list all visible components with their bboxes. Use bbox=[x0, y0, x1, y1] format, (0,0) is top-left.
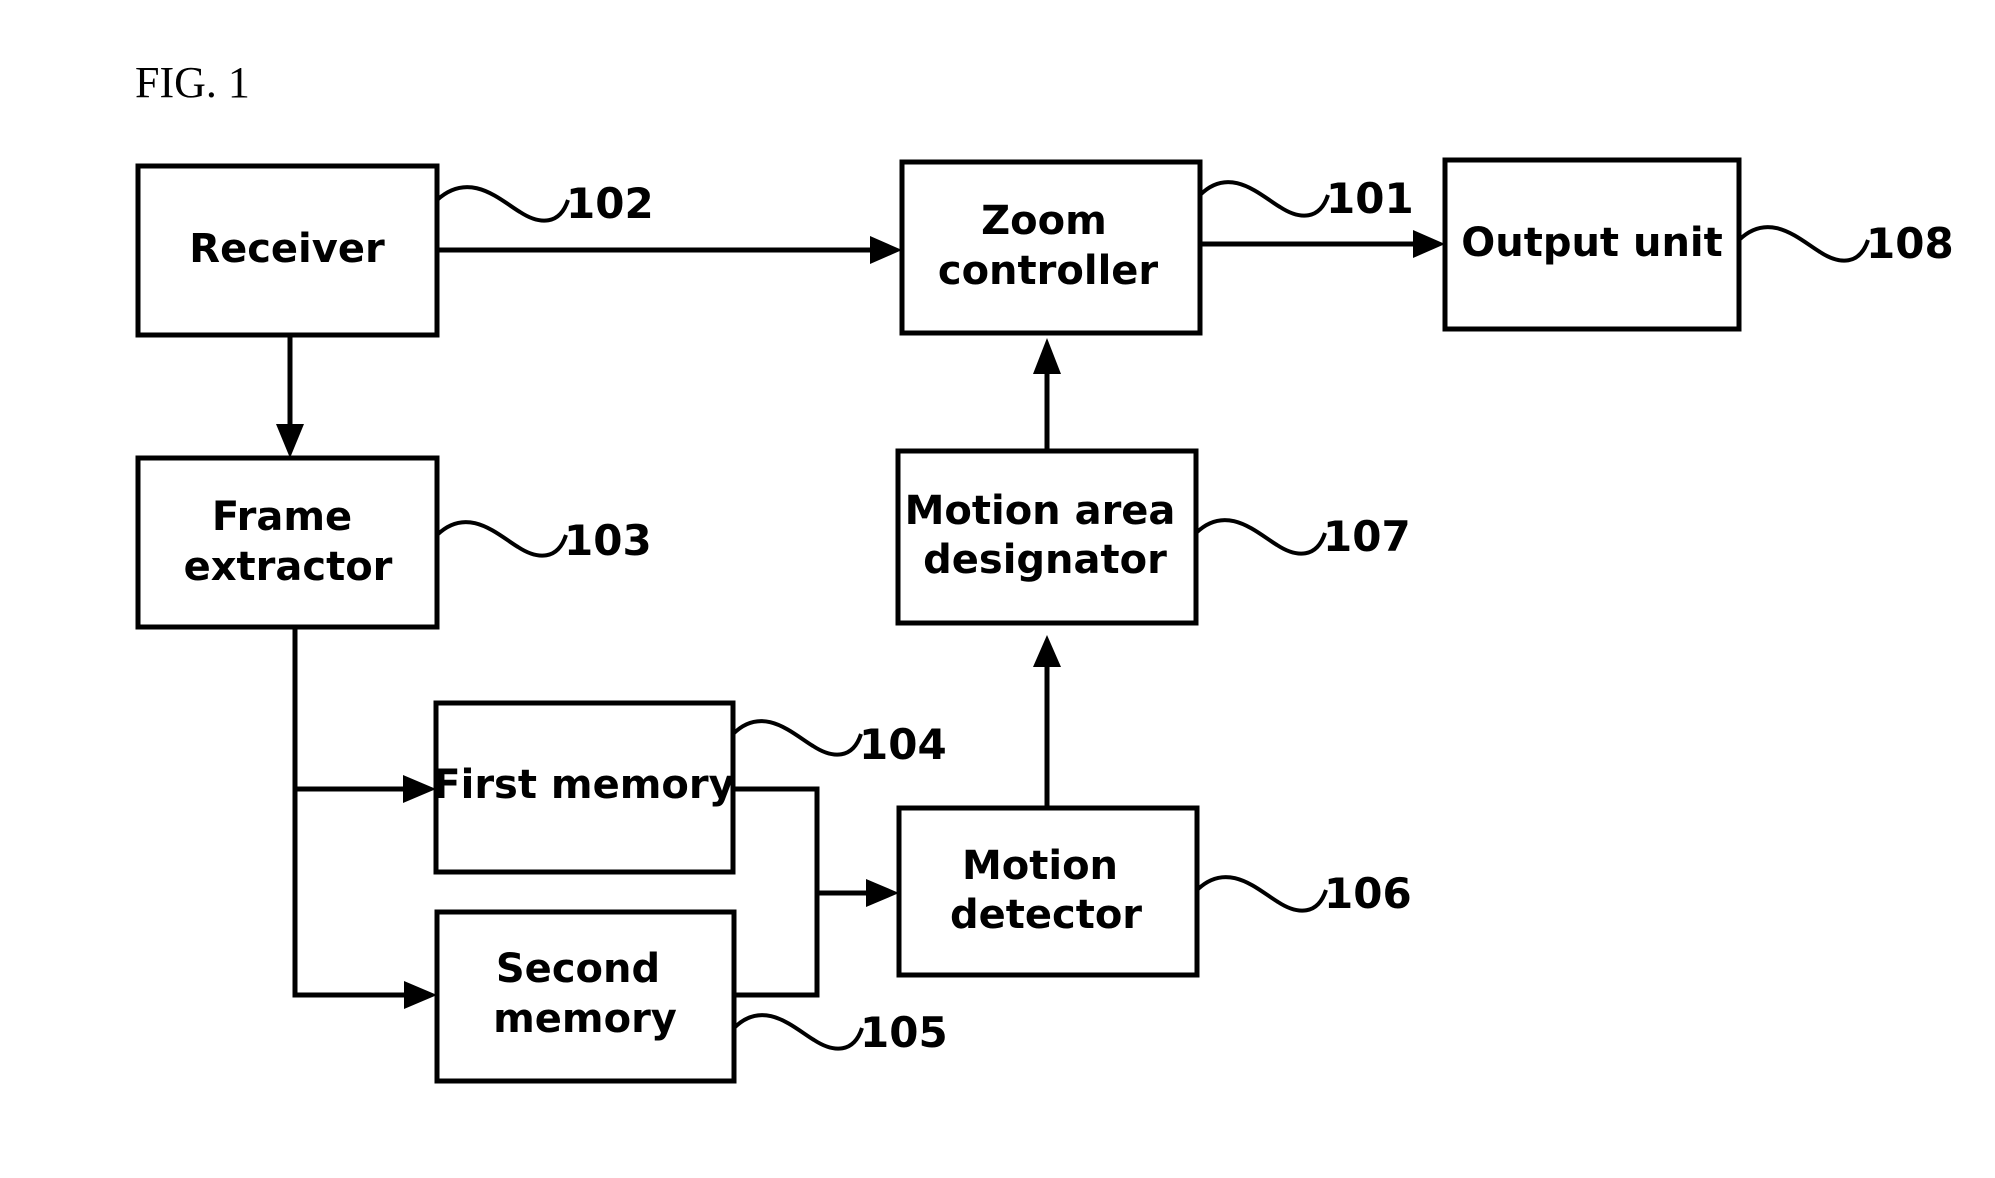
block-label: Motion area bbox=[905, 488, 1176, 534]
block-zoom-controller: Zoom controller 101 bbox=[899, 159, 1414, 336]
block-label: detector bbox=[950, 892, 1142, 938]
block-second-memory: Second memory 105 bbox=[434, 909, 948, 1084]
reference-numeral: 106 bbox=[1324, 869, 1412, 918]
reference-numeral: 103 bbox=[564, 516, 652, 565]
reference-numeral: 102 bbox=[566, 179, 654, 228]
connector-frame-extractor-to-second-memory bbox=[292, 627, 404, 998]
block-label: Motion bbox=[962, 843, 1118, 889]
reference-numeral: 108 bbox=[1866, 219, 1954, 268]
leader-line bbox=[1195, 875, 1328, 913]
figure-title: FIG. 1 bbox=[135, 58, 250, 107]
leader-line bbox=[435, 185, 570, 223]
arrowhead-icon bbox=[870, 236, 902, 264]
arrowhead-icon bbox=[404, 981, 437, 1009]
leader-line bbox=[1198, 180, 1330, 218]
block-label: extractor bbox=[184, 544, 393, 590]
leader-line bbox=[731, 719, 863, 757]
block-frame-extractor: Frame extractor 103 bbox=[135, 455, 652, 630]
leader-line bbox=[732, 1013, 864, 1051]
connectors bbox=[276, 230, 1445, 1009]
arrowhead-icon bbox=[1033, 338, 1061, 374]
connector-memories-merge bbox=[733, 786, 820, 998]
block-label: Frame bbox=[212, 494, 352, 540]
block-output-unit: Output unit 108 bbox=[1442, 157, 1954, 332]
leader-line bbox=[1194, 518, 1327, 556]
block-label: designator bbox=[923, 537, 1167, 583]
reference-numeral: 107 bbox=[1323, 512, 1411, 561]
block-diagram: FIG. 1 Receiver 102 Zoom controller 101 … bbox=[135, 58, 1954, 1084]
reference-numeral: 105 bbox=[860, 1008, 948, 1057]
block-first-memory: First memory 104 bbox=[433, 700, 947, 875]
arrowhead-icon bbox=[1413, 230, 1445, 258]
block-label: memory bbox=[493, 996, 677, 1042]
arrowhead-icon bbox=[276, 424, 304, 458]
arrowhead-icon bbox=[1033, 635, 1061, 667]
block-motion-detector: Motion detector 106 bbox=[896, 805, 1412, 978]
arrowhead-icon bbox=[403, 775, 436, 803]
block-motion-area-designator: Motion area designator 107 bbox=[895, 448, 1411, 626]
block-label: Second bbox=[496, 946, 660, 992]
arrowhead-icon bbox=[866, 879, 899, 907]
leader-line bbox=[435, 520, 568, 558]
block-label: Output unit bbox=[1461, 220, 1723, 266]
block-label: Zoom bbox=[981, 198, 1107, 244]
leader-line bbox=[1737, 225, 1870, 263]
block-label: controller bbox=[938, 248, 1159, 294]
reference-numeral: 101 bbox=[1326, 174, 1414, 223]
block-label: Receiver bbox=[189, 226, 385, 272]
reference-numeral: 104 bbox=[859, 720, 947, 769]
block-label: First memory bbox=[433, 762, 734, 808]
